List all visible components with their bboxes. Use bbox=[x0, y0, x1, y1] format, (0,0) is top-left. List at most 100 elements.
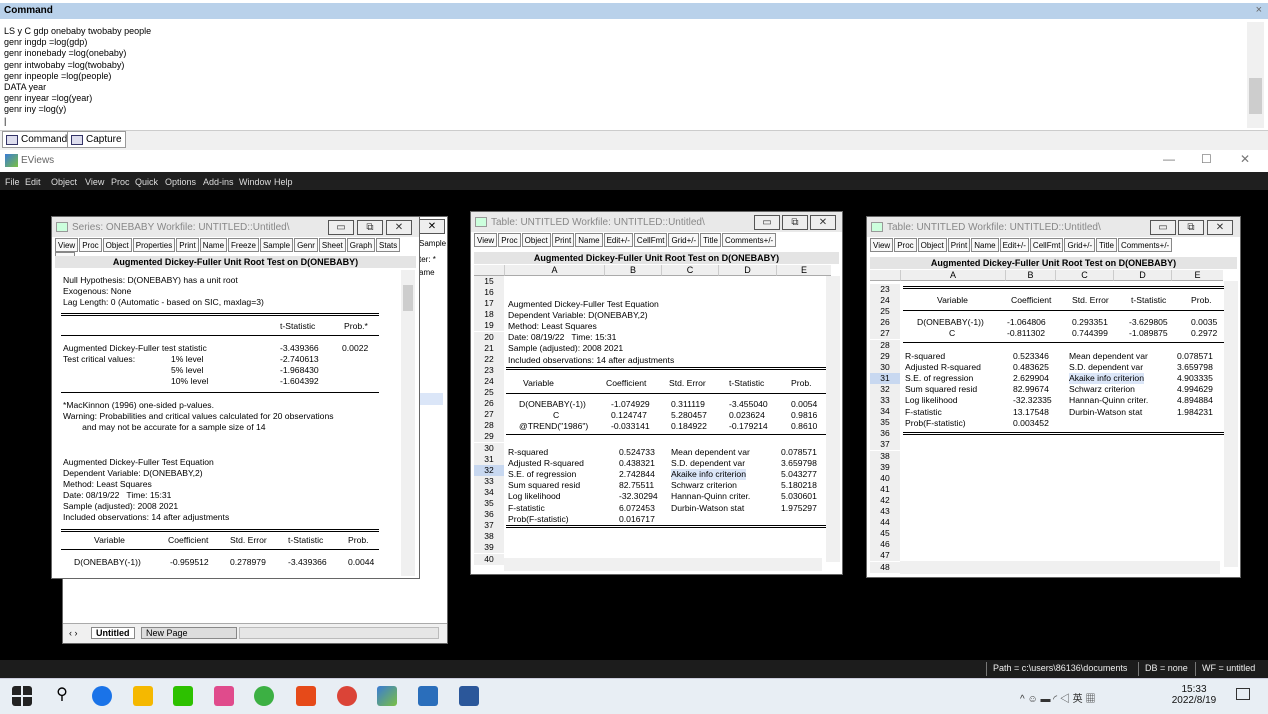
row-number[interactable]: 28 bbox=[474, 420, 504, 432]
row-number[interactable]: 40 bbox=[474, 553, 504, 565]
tab-untitled[interactable]: Untitled bbox=[91, 627, 135, 639]
series-vscroll[interactable] bbox=[401, 270, 415, 576]
workfile-sample-button[interactable]: Sample bbox=[419, 239, 446, 248]
series-window[interactable]: Series: ONEBABY Workfile: UNTITLED::Unti… bbox=[51, 216, 420, 579]
row-number[interactable]: 43 bbox=[870, 506, 900, 518]
toolbar-comments-button[interactable]: Comments+/- bbox=[721, 233, 777, 247]
toolbar-print-button[interactable]: Print bbox=[947, 238, 971, 252]
tab-new-page[interactable]: New Page bbox=[141, 627, 237, 639]
eviews-taskbar-icon[interactable] bbox=[377, 686, 397, 706]
row-number[interactable]: 26 bbox=[474, 398, 504, 410]
table-hscroll[interactable] bbox=[900, 561, 1220, 574]
row-number[interactable]: 36 bbox=[870, 428, 900, 440]
command-scroll-thumb[interactable] bbox=[1249, 78, 1262, 114]
series-restore-icon[interactable]: ⧉ bbox=[357, 220, 383, 235]
row-number[interactable]: 47 bbox=[870, 550, 900, 562]
row-number[interactable]: 48 bbox=[870, 561, 900, 573]
menu-file[interactable]: File bbox=[5, 177, 20, 187]
toolbar-properties-button[interactable]: Properties bbox=[132, 238, 176, 252]
row-number[interactable]: 15 bbox=[474, 276, 504, 288]
row-number[interactable]: 44 bbox=[870, 517, 900, 529]
workfile-hscroll[interactable] bbox=[239, 627, 439, 639]
toolbar-object-button[interactable]: Object bbox=[521, 233, 551, 247]
column-header-D[interactable]: D bbox=[1113, 270, 1171, 281]
toolbar-stats-button[interactable]: Stats bbox=[376, 238, 401, 252]
app-pink-icon[interactable] bbox=[214, 686, 234, 706]
row-number[interactable]: 33 bbox=[474, 475, 504, 487]
series-close-icon[interactable]: ✕ bbox=[386, 220, 412, 235]
series-vscroll-thumb[interactable] bbox=[403, 285, 413, 311]
table3-restore-icon[interactable]: ⧉ bbox=[1178, 220, 1204, 235]
row-number[interactable]: 24 bbox=[474, 375, 504, 387]
table-vscroll[interactable] bbox=[1224, 281, 1238, 567]
toolbar-edit-button[interactable]: Edit+/- bbox=[999, 238, 1029, 252]
ime-indicator[interactable]: 英 bbox=[1073, 694, 1083, 705]
chat-icon[interactable] bbox=[254, 686, 274, 706]
menu-proc[interactable]: Proc bbox=[111, 177, 130, 187]
page-nav-arrows[interactable]: ‹ › bbox=[69, 628, 78, 638]
row-number[interactable]: 45 bbox=[870, 528, 900, 540]
table2-restore-icon[interactable]: ⧉ bbox=[782, 215, 808, 230]
menu-edit[interactable]: Edit bbox=[25, 177, 41, 187]
row-number[interactable]: 38 bbox=[474, 531, 504, 543]
column-header-E[interactable]: E bbox=[1171, 270, 1223, 281]
tab-capture[interactable]: Capture bbox=[67, 131, 126, 148]
toolbar-print-button[interactable]: Print bbox=[176, 238, 199, 252]
menu-options[interactable]: Options bbox=[165, 177, 196, 187]
row-number[interactable]: 16 bbox=[474, 287, 504, 299]
row-number[interactable]: 31 bbox=[474, 453, 504, 465]
toolbar-view-button[interactable]: View bbox=[474, 233, 498, 247]
row-number[interactable]: 34 bbox=[474, 486, 504, 498]
menu-add-ins[interactable]: Add-ins bbox=[203, 177, 234, 187]
clock[interactable]: 15:33 2022/8/19 bbox=[1166, 684, 1222, 706]
toolbar-name-button[interactable]: Name bbox=[575, 233, 603, 247]
tab-command[interactable]: Command bbox=[2, 131, 72, 148]
command-close-icon[interactable]: × bbox=[1256, 4, 1262, 16]
row-number[interactable]: 30 bbox=[870, 361, 900, 373]
row-number[interactable]: 39 bbox=[474, 542, 504, 554]
row-number[interactable]: 32 bbox=[870, 383, 900, 395]
row-number[interactable]: 33 bbox=[870, 395, 900, 407]
column-header-D[interactable]: D bbox=[718, 265, 776, 276]
row-number[interactable]: 36 bbox=[474, 509, 504, 521]
row-number[interactable]: 37 bbox=[474, 520, 504, 532]
row-number[interactable]: 35 bbox=[870, 417, 900, 429]
menu-window[interactable]: Window bbox=[239, 177, 271, 187]
workfile-close-icon[interactable]: ✕ bbox=[419, 219, 445, 234]
table-hscroll[interactable] bbox=[504, 558, 822, 571]
toolbar-freeze-button[interactable]: Freeze bbox=[228, 238, 259, 252]
toolbar-title-button[interactable]: Title bbox=[700, 233, 721, 247]
column-header-A[interactable]: A bbox=[504, 265, 604, 276]
row-number[interactable]: 21 bbox=[474, 342, 504, 354]
toolbar-grid-button[interactable]: Grid+/- bbox=[1064, 238, 1096, 252]
row-number[interactable]: 34 bbox=[870, 406, 900, 418]
table2-close-icon[interactable]: ✕ bbox=[810, 215, 836, 230]
menu-quick[interactable]: Quick bbox=[135, 177, 158, 187]
row-number[interactable]: 25 bbox=[870, 306, 900, 318]
close-icon[interactable]: ✕ bbox=[1240, 152, 1250, 166]
row-number[interactable]: 35 bbox=[474, 498, 504, 510]
table-vscroll[interactable] bbox=[826, 276, 840, 562]
row-number[interactable]: 32 bbox=[474, 464, 504, 476]
toolbar-name-button[interactable]: Name bbox=[199, 238, 228, 252]
column-header-A[interactable]: A bbox=[900, 270, 1005, 281]
column-header-B[interactable]: B bbox=[604, 265, 661, 276]
row-number[interactable]: 31 bbox=[870, 372, 900, 384]
toolbar-sheet-button[interactable]: Sheet bbox=[318, 238, 346, 252]
table-window-middle[interactable]: Table: UNTITLED Workfile: UNTITLED::Unti… bbox=[470, 211, 843, 575]
row-number[interactable]: 29 bbox=[870, 350, 900, 362]
minimize-icon[interactable]: — bbox=[1163, 152, 1175, 166]
command-input[interactable]: LS y C gdp onebaby twobaby people genr in… bbox=[4, 26, 1234, 126]
search-icon[interactable]: ⚲ bbox=[52, 686, 72, 706]
menu-help[interactable]: Help bbox=[274, 177, 293, 187]
row-number[interactable]: 17 bbox=[474, 298, 504, 310]
table3-minimize-icon[interactable]: ▭ bbox=[1150, 220, 1176, 235]
column-header-E[interactable]: E bbox=[776, 265, 831, 276]
row-number[interactable]: 24 bbox=[870, 295, 900, 307]
row-number[interactable]: 41 bbox=[870, 483, 900, 495]
toolbar-cellfmt-button[interactable]: CellFmt bbox=[633, 233, 668, 247]
menu-view[interactable]: View bbox=[85, 177, 104, 187]
toolbar-title-button[interactable]: Title bbox=[1096, 238, 1117, 252]
toolbar-view-button[interactable]: View bbox=[870, 238, 894, 252]
toolbar-view-button[interactable]: View bbox=[55, 238, 79, 252]
